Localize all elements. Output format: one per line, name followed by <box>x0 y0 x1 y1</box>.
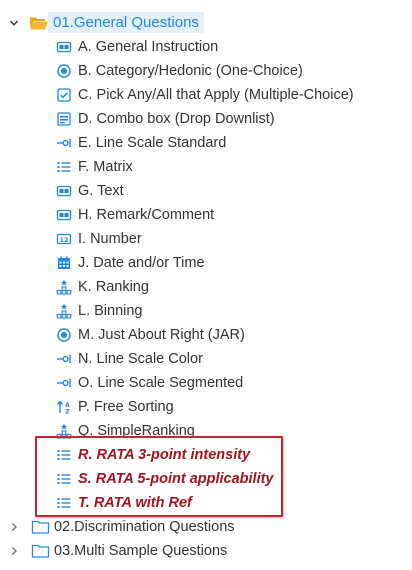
line-scale-icon <box>56 135 72 151</box>
folder-closed-icon <box>31 519 51 535</box>
folder-open-icon <box>29 15 49 31</box>
tree-category-label[interactable]: 02.Discrimination Questions <box>54 515 235 539</box>
tree-item-label: L. Binning <box>78 303 143 319</box>
tree-item-label: H. Remark/Comment <box>78 207 215 223</box>
number-box-icon: 12 <box>56 231 72 247</box>
combobox-icon <box>56 111 72 127</box>
tree-item-label: G. Text <box>78 183 124 199</box>
tree-item-label: J. Date and/or Time <box>78 255 205 271</box>
tree-item-label: K. Ranking <box>78 279 149 295</box>
tree-item[interactable]: B. Category/Hedonic (One-Choice) <box>0 59 412 83</box>
tree-item-label: P. Free Sorting <box>78 399 174 415</box>
tree-root-general-questions[interactable]: 01.General Questions <box>0 11 412 35</box>
tree-item[interactable]: H. Remark/Comment <box>0 203 412 227</box>
svg-text:12: 12 <box>59 236 68 244</box>
tree-item[interactable]: C. Pick Any/All that Apply (Multiple-Cho… <box>0 83 412 107</box>
tree-item[interactable]: K. Ranking <box>0 275 412 299</box>
chevron-right-icon[interactable] <box>7 520 21 534</box>
tree-item[interactable]: 12 I. Number <box>0 227 412 251</box>
list-icon <box>56 159 72 175</box>
radio-icon <box>56 327 72 343</box>
sort-icon: AZ <box>56 399 72 415</box>
radio-icon <box>56 63 72 79</box>
checkbox-icon <box>56 87 72 103</box>
calendar-icon <box>56 255 72 271</box>
tree-item-label: O. Line Scale Segmented <box>78 375 244 391</box>
text-box-icon <box>56 183 72 199</box>
tree-item[interactable]: L. Binning <box>0 299 412 323</box>
folder-closed-icon <box>31 543 51 559</box>
tree-item[interactable]: A. General Instruction <box>0 35 412 59</box>
tree-item-label: B. Category/Hedonic (One-Choice) <box>78 63 303 79</box>
tree-item-label: D. Combo box (Drop Downlist) <box>78 111 275 127</box>
tree-item[interactable]: E. Line Scale Standard <box>0 131 412 155</box>
tree-item[interactable]: M. Just About Right (JAR) <box>0 323 412 347</box>
ranking-icon <box>56 303 72 319</box>
ranking-icon <box>56 279 72 295</box>
tree-item-label: I. Number <box>78 231 142 247</box>
tree-item[interactable]: G. Text <box>0 179 412 203</box>
line-scale-icon <box>56 351 72 367</box>
tree-category[interactable]: 02.Discrimination Questions <box>0 515 412 539</box>
tree-item[interactable]: F. Matrix <box>0 155 412 179</box>
svg-text:Z: Z <box>65 409 70 416</box>
chevron-right-icon[interactable] <box>7 544 21 558</box>
tree-item-label: C. Pick Any/All that Apply (Multiple-Cho… <box>78 87 354 103</box>
tree-category[interactable]: 03.Multi Sample Questions <box>0 539 412 563</box>
tree-item-label: N. Line Scale Color <box>78 351 203 367</box>
chevron-down-icon[interactable] <box>7 16 21 30</box>
tree-root-label[interactable]: 01.General Questions <box>48 12 204 33</box>
tree-item[interactable]: A Z P. Free Sorting <box>0 395 412 419</box>
tree-item-label: F. Matrix <box>78 159 133 175</box>
tree-item[interactable]: D. Combo box (Drop Downlist) <box>0 107 412 131</box>
text-box-icon <box>56 207 72 223</box>
tree-item[interactable]: N. Line Scale Color <box>0 347 412 371</box>
text-box-icon <box>56 39 72 55</box>
tree-item[interactable]: J. Date and/or Time <box>0 251 412 275</box>
tree-item[interactable]: O. Line Scale Segmented <box>0 371 412 395</box>
tree-item-label: A. General Instruction <box>78 39 219 55</box>
rata-highlight-box <box>35 436 283 517</box>
line-scale-icon <box>56 375 72 391</box>
tree-item-label: E. Line Scale Standard <box>78 135 227 151</box>
tree-category-label[interactable]: 03.Multi Sample Questions <box>54 539 227 563</box>
tree-item-label: M. Just About Right (JAR) <box>78 327 245 343</box>
